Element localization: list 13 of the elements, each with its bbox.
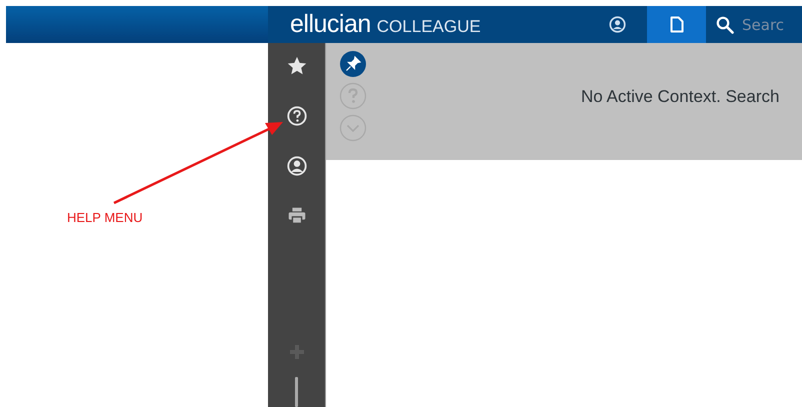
search-icon [716,16,734,34]
product-name: COLLEAGUE [376,18,481,35]
star-icon[interactable] [286,55,308,77]
header-tab[interactable] [647,6,706,43]
pin-icon[interactable] [339,50,367,78]
annotation-label: HELP MENU [67,210,143,225]
user-icon[interactable] [286,155,308,177]
resize-handle[interactable] [295,377,298,407]
context-message: No Active Context. Search [581,87,780,107]
search-field[interactable]: Searc [742,16,802,34]
brand-logo-text: ellucian [290,12,371,37]
document-icon [670,16,684,33]
user-icon [609,16,626,33]
